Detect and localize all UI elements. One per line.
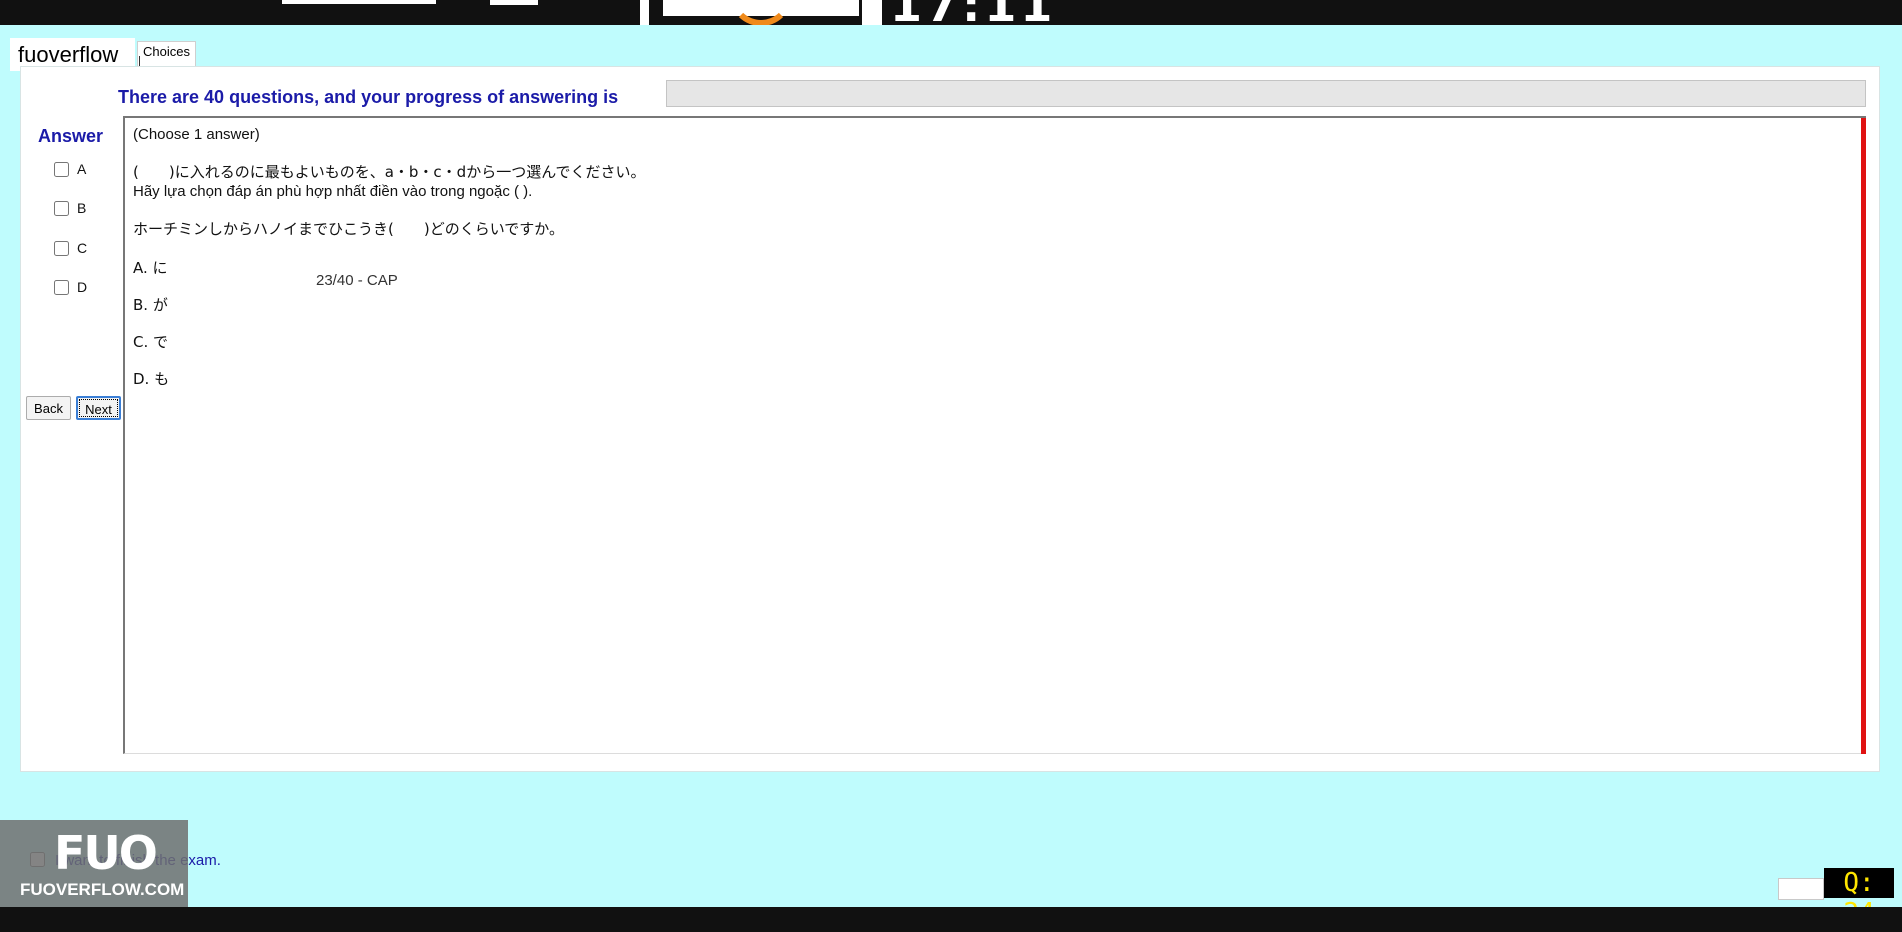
top-field-fragment-2 <box>490 0 538 5</box>
question-line-jp: ( )に入れるのに最もよいものを、a・b・c・dから一つ選んでください。 <box>133 163 646 181</box>
top-black-bar: 17:11 <box>0 0 1902 25</box>
orange-logo-fragment <box>730 0 792 25</box>
choice-a: A. に <box>133 259 168 277</box>
answer-option-c[interactable]: C <box>54 240 87 256</box>
logo-mark: FUO <box>54 826 158 880</box>
choice-d: D. も <box>133 370 170 388</box>
answer-option-d[interactable]: D <box>54 279 87 295</box>
top-fragment-bar-2 <box>862 0 882 25</box>
answer-option-label: A <box>77 161 87 177</box>
question-instruction: (Choose 1 answer) <box>133 126 260 143</box>
question-line-vi: Hãy lựa chọn đáp án phù hợp nhất điền và… <box>133 183 533 200</box>
tab-choices[interactable]: Choices <box>137 41 196 67</box>
answer-heading: Answer <box>38 126 104 146</box>
choice-c: C. で <box>133 333 169 351</box>
answer-checkbox-b[interactable] <box>54 200 69 216</box>
answer-option-b[interactable]: B <box>54 200 86 216</box>
answer-option-a[interactable]: A <box>54 161 86 177</box>
timer-fragment: 17:11 <box>890 0 1056 25</box>
answer-checkbox-c[interactable] <box>54 240 69 256</box>
small-input-box <box>1778 878 1824 900</box>
logo-url: FUOVERFLOW.COM <box>20 880 185 899</box>
answer-option-label: B <box>77 200 87 216</box>
progress-bar <box>666 80 1866 107</box>
answer-checkbox-a[interactable] <box>54 161 69 177</box>
question-counter: Q: 24 <box>1824 868 1894 928</box>
fuoverflow-logo: FUO FUOVERFLOW.COM <box>0 820 188 907</box>
bottom-black-bar <box>0 907 1902 932</box>
answer-option-label: D <box>77 279 88 295</box>
question-box <box>123 116 1866 754</box>
answer-checkbox-d[interactable] <box>54 279 69 295</box>
top-fragment-bar <box>640 0 649 25</box>
answer-option-label: C <box>77 240 88 256</box>
scroll-marker <box>1861 118 1866 754</box>
watermark-code: 23/40 - CAP <box>316 272 398 289</box>
progress-label: There are 40 questions, and your progres… <box>118 87 619 107</box>
next-button[interactable]: Next <box>76 396 121 420</box>
top-field-fragment <box>282 0 436 4</box>
back-button[interactable]: Back <box>26 396 71 420</box>
question-sentence: ホーチミンしからハノイまでひこうき( )どのくらいですか。 <box>133 220 564 238</box>
choice-b: B. が <box>133 296 168 314</box>
